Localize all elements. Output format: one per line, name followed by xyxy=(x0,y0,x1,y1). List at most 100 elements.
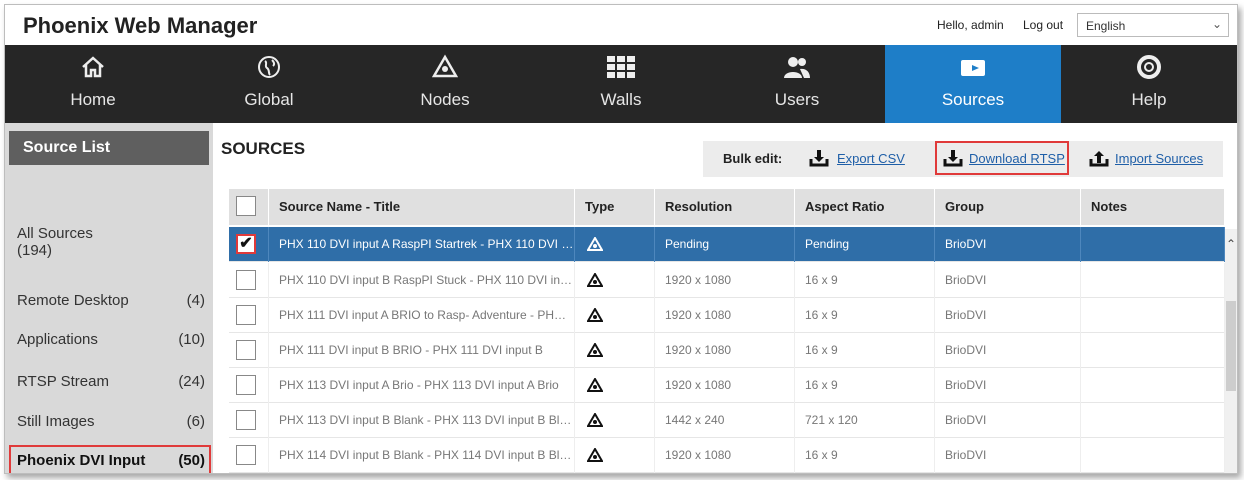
checkbox-cell xyxy=(229,298,269,333)
sidebar-item-label: Remote Desktop xyxy=(17,292,129,309)
app-title: Phoenix Web Manager xyxy=(23,13,258,38)
sidebar-item-count: (24) xyxy=(178,373,205,390)
sidebar-item-all-sources[interactable]: All Sources (194) xyxy=(17,225,207,259)
group: BrioDVI xyxy=(935,368,1081,403)
sidebar-item-label: Phoenix DVI Input xyxy=(17,452,146,469)
nodes-icon xyxy=(587,237,603,251)
table-row[interactable]: PHX 113 DVI input A Brio - PHX 113 DVI i… xyxy=(229,368,1225,403)
row-checkbox[interactable] xyxy=(236,445,256,465)
nav-label: Nodes xyxy=(420,90,470,109)
nav-users[interactable]: Users xyxy=(709,45,885,123)
column-header[interactable]: Type xyxy=(575,189,655,225)
group: BrioDVI xyxy=(935,438,1081,473)
bulk-edit-label: Bulk edit: xyxy=(723,151,783,166)
nodes-icon xyxy=(587,343,603,357)
row-checkbox[interactable] xyxy=(236,375,256,395)
help-icon xyxy=(1061,54,1237,84)
nav-home[interactable]: Home xyxy=(5,45,181,123)
resolution: 1442 x 240 xyxy=(655,403,795,438)
checkbox-cell: ✔ xyxy=(229,227,269,262)
nav-walls[interactable]: Walls xyxy=(533,45,709,123)
main-nav: Home Global Nodes Walls Users Sources He… xyxy=(5,45,1237,123)
scroll-up-icon[interactable]: ⌃ xyxy=(1225,237,1237,251)
column-header[interactable]: Notes xyxy=(1081,189,1225,225)
import-sources-link[interactable]: Import Sources xyxy=(1115,151,1203,166)
nav-label: Users xyxy=(774,90,820,109)
checkbox-cell xyxy=(229,263,269,298)
source-name: PHX 110 DVI input B RaspPI Stuck - PHX 1… xyxy=(269,263,575,298)
row-checkbox[interactable] xyxy=(236,340,256,360)
sidebar-item-applications[interactable]: Applications (10) xyxy=(17,331,207,348)
table-row[interactable]: PHX 111 DVI input A BRIO to Rasp- Advent… xyxy=(229,298,1225,333)
nav-sources[interactable]: Sources xyxy=(885,45,1061,123)
user-greeting: Hello, admin xyxy=(937,18,1004,32)
column-header[interactable]: Source Name - Title xyxy=(269,189,575,225)
nav-label: Walls xyxy=(600,90,642,109)
column-header[interactable]: Aspect Ratio xyxy=(795,189,935,225)
nodes-icon xyxy=(587,308,603,322)
table-scrollbar[interactable]: ⌃ xyxy=(1225,229,1237,473)
sidebar-item-phoenix-dvi-input[interactable]: Phoenix DVI Input (50) xyxy=(17,452,207,469)
type-cell xyxy=(575,333,655,368)
column-header[interactable]: Group xyxy=(935,189,1081,225)
notes xyxy=(1081,263,1225,298)
walls-icon xyxy=(533,54,709,84)
logout-link[interactable]: Log out xyxy=(1023,18,1063,32)
row-checkbox[interactable] xyxy=(236,410,256,430)
sidebar-item-rtsp-stream[interactable]: RTSP Stream (24) xyxy=(17,373,207,390)
table-row[interactable]: PHX 114 DVI input B Blank - PHX 114 DVI … xyxy=(229,438,1225,473)
row-checkbox[interactable] xyxy=(236,270,256,290)
resolution: Pending xyxy=(655,227,795,262)
row-checkbox[interactable]: ✔ xyxy=(236,234,256,254)
scroll-thumb[interactable] xyxy=(1226,301,1236,391)
aspect-ratio: 16 x 9 xyxy=(795,438,935,473)
source-name: PHX 111 DVI input B BRIO - PHX 111 DVI i… xyxy=(269,333,575,368)
page-title: SOURCES xyxy=(221,139,306,158)
globe-icon xyxy=(181,54,357,84)
resolution: 1920 x 1080 xyxy=(655,438,795,473)
source-name: PHX 113 DVI input B Blank - PHX 113 DVI … xyxy=(269,403,575,438)
resolution: 1920 x 1080 xyxy=(655,333,795,368)
type-cell xyxy=(575,403,655,438)
upload-icon xyxy=(1089,149,1109,167)
language-select[interactable]: English ⌄ xyxy=(1077,13,1229,37)
sidebar-item-count: (194) xyxy=(17,242,53,259)
table-row[interactable]: PHX 111 DVI input B BRIO - PHX 111 DVI i… xyxy=(229,333,1225,368)
checkbox-cell xyxy=(229,438,269,473)
nodes-icon xyxy=(587,413,603,427)
column-header[interactable]: Resolution xyxy=(655,189,795,225)
row-checkbox[interactable] xyxy=(236,305,256,325)
sidebar-item-still-images[interactable]: Still Images (6) xyxy=(17,413,207,430)
table-row[interactable]: PHX 113 DVI input B Blank - PHX 113 DVI … xyxy=(229,403,1225,438)
table-row[interactable]: ✔ PHX 110 DVI input A RaspPI Startrek - … xyxy=(229,227,1225,262)
nav-help[interactable]: Help xyxy=(1061,45,1237,123)
chevron-down-icon: ⌄ xyxy=(1211,17,1222,31)
source-name: PHX 110 DVI input A RaspPI Startrek - PH… xyxy=(269,227,575,262)
type-cell xyxy=(575,368,655,403)
notes xyxy=(1081,333,1225,368)
nav-nodes[interactable]: Nodes xyxy=(357,45,533,123)
checkbox-cell xyxy=(229,333,269,368)
notes xyxy=(1081,403,1225,438)
export-csv-link[interactable]: Export CSV xyxy=(837,151,905,166)
sidebar-item-count: (4) xyxy=(186,292,205,309)
source-name: PHX 111 DVI input A BRIO to Rasp- Advent… xyxy=(269,298,575,333)
select-all-checkbox[interactable] xyxy=(236,196,256,216)
group: BrioDVI xyxy=(935,403,1081,438)
language-value: English xyxy=(1086,19,1126,33)
nodes-icon xyxy=(587,448,603,462)
resolution: 1920 x 1080 xyxy=(655,263,795,298)
users-icon xyxy=(709,54,885,84)
type-cell xyxy=(575,263,655,298)
sidebar: Source List All Sources (194) Remote Des… xyxy=(5,123,213,473)
nav-global[interactable]: Global xyxy=(181,45,357,123)
notes xyxy=(1081,298,1225,333)
table-row[interactable]: PHX 110 DVI input B RaspPI Stuck - PHX 1… xyxy=(229,263,1225,298)
sidebar-item-count: (10) xyxy=(178,331,205,348)
nodes-icon xyxy=(587,378,603,392)
source-name: PHX 114 DVI input B Blank - PHX 114 DVI … xyxy=(269,438,575,473)
resolution: 1920 x 1080 xyxy=(655,298,795,333)
notes xyxy=(1081,368,1225,403)
sidebar-item-remote-desktop[interactable]: Remote Desktop (4) xyxy=(17,292,207,309)
home-icon xyxy=(5,54,181,84)
